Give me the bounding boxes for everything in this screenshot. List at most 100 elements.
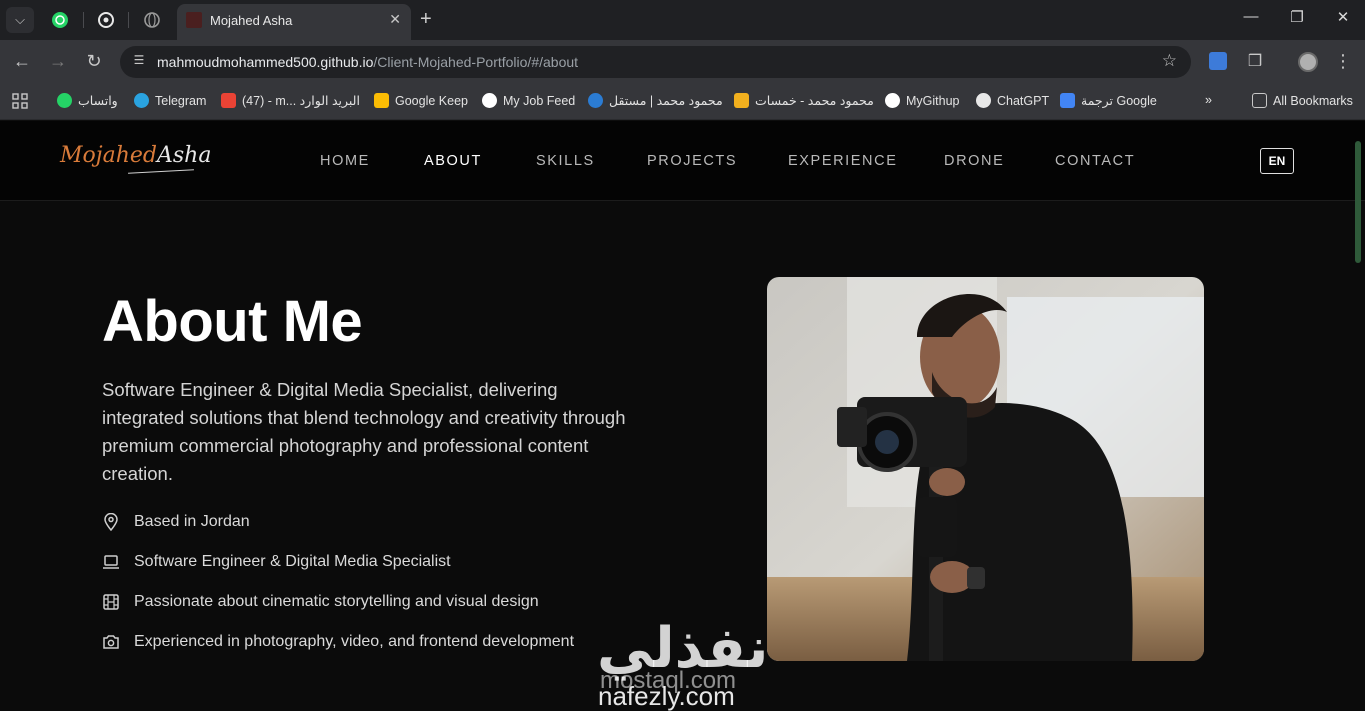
all-bookmarks-folder[interactable]: All Bookmarks: [1252, 93, 1353, 108]
bookmark-item[interactable]: ChatGPT: [976, 93, 1049, 108]
page-scrollbar[interactable]: [1355, 141, 1361, 263]
pinned-tab-globe[interactable]: [140, 8, 164, 32]
translate-icon: [1060, 93, 1075, 108]
new-tab-button[interactable]: +: [420, 8, 432, 30]
restore-window-button[interactable]: ❐: [1274, 8, 1320, 26]
github-icon: [885, 93, 900, 108]
apps-grid-icon[interactable]: [12, 93, 28, 109]
reload-icon[interactable]: ↻: [82, 51, 106, 72]
location-pin-icon: [102, 513, 120, 531]
bookmark-item[interactable]: ترجمة Google: [1060, 93, 1157, 108]
webpage-viewport: MojahedAsha HOME ABOUT SKILLS PROJECTS E…: [0, 121, 1365, 711]
fact-text: Software Engineer & Digital Media Specia…: [134, 553, 451, 570]
chatgpt-icon: [976, 93, 991, 108]
all-bookmarks-label: All Bookmarks: [1273, 93, 1353, 108]
about-heading: About Me: [102, 289, 363, 354]
upwork-icon: [482, 93, 497, 108]
nav-skills[interactable]: SKILLS: [536, 153, 595, 169]
tab-separator: [128, 12, 129, 28]
bookmark-label: ChatGPT: [997, 93, 1050, 108]
close-tab-icon[interactable]: ✕: [389, 11, 401, 28]
bookmark-label: محمود محمد - خمسات: [755, 94, 874, 108]
url-path: /Client-Mojahed-Portfolio/#/about: [373, 54, 579, 70]
back-arrow-icon[interactable]: ←: [10, 51, 34, 72]
nav-about[interactable]: ABOUT: [424, 153, 482, 169]
logo-underline: [128, 169, 194, 174]
forward-arrow-icon[interactable]: →: [46, 51, 70, 72]
bookmark-label: محمود محمد | مستقل: [609, 94, 723, 108]
khamsat-icon: [734, 93, 749, 108]
address-bar[interactable]: ☰ mahmoudmohammed500.github.io/Client-Mo…: [120, 46, 1191, 78]
bookmark-item[interactable]: محمود محمد | مستقل: [588, 93, 723, 108]
mostaql-icon: [588, 93, 603, 108]
bookmark-star-icon[interactable]: ☆: [1162, 51, 1177, 71]
profile-avatar[interactable]: [1298, 52, 1318, 72]
bookmark-label: Telegram: [155, 93, 207, 108]
chevron-down-icon: ⌵: [15, 12, 25, 27]
bookmark-item[interactable]: (47) - m... البريد الوارد: [221, 93, 360, 108]
nav-experience[interactable]: EXPERIENCE: [788, 153, 897, 169]
nav-contact[interactable]: CONTACT: [1055, 153, 1135, 169]
url-host: mahmoudmohammed500.github.io: [157, 54, 374, 70]
site-logo[interactable]: MojahedAsha: [60, 143, 211, 168]
browser-tab-bar: ⌵ Mojahed Asha ✕ + — ❐ ✕: [0, 0, 1365, 40]
more-bookmarks-chevron-icon[interactable]: »: [1205, 93, 1212, 107]
pinned-tab-chatgpt[interactable]: [94, 8, 118, 32]
fact-item: Based in Jordan: [102, 513, 250, 531]
camera-icon: [102, 633, 120, 651]
pinned-tab-whatsapp[interactable]: [48, 8, 72, 32]
bookmark-item[interactable]: محمود محمد - خمسات: [734, 93, 874, 108]
minimize-window-button[interactable]: —: [1228, 8, 1274, 25]
globe-icon: [144, 12, 160, 28]
bookmark-label: (47) - m... البريد الوارد: [242, 94, 360, 108]
photo-image: [767, 277, 1204, 661]
profile-photo: [767, 277, 1204, 661]
tab-title: Mojahed Asha: [210, 13, 293, 28]
extension-translate-icon[interactable]: [1209, 52, 1227, 70]
about-lead-paragraph: Software Engineer & Digital Media Specia…: [102, 379, 626, 484]
site-favicon-icon: [186, 12, 202, 28]
menu-kebab-icon[interactable]: ⋮: [1331, 51, 1355, 72]
fact-text: Experienced in photography, video, and f…: [134, 633, 575, 650]
nav-drone[interactable]: DRONE: [944, 153, 1004, 169]
gmail-icon: [221, 93, 236, 108]
bookmark-item[interactable]: Google Keep: [374, 93, 468, 108]
nav-home[interactable]: HOME: [320, 153, 370, 169]
site-navbar: MojahedAsha HOME ABOUT SKILLS PROJECTS E…: [0, 121, 1365, 201]
close-window-button[interactable]: ✕: [1320, 8, 1365, 26]
fact-item: Passionate about cinematic storytelling …: [102, 593, 539, 611]
bookmark-label: My Job Feed: [503, 93, 576, 108]
bookmark-item[interactable]: واتساب: [57, 93, 118, 108]
site-info-icon[interactable]: ☰: [130, 53, 148, 71]
bookmark-item[interactable]: Telegram: [134, 93, 206, 108]
tab-search-button[interactable]: ⌵: [6, 7, 34, 33]
active-tab[interactable]: Mojahed Asha ✕: [177, 4, 411, 40]
telegram-icon: [134, 93, 149, 108]
film-icon: [102, 593, 120, 611]
url-text[interactable]: mahmoudmohammed500.github.io/Client-Moja…: [157, 54, 578, 70]
bookmark-label: MyGithup: [906, 93, 960, 108]
language-toggle-button[interactable]: EN: [1260, 148, 1294, 174]
bookmark-label: واتساب: [78, 94, 118, 108]
whatsapp-icon: [57, 93, 72, 108]
bookmark-label: Google Keep: [395, 93, 468, 108]
tab-separator: [83, 12, 84, 28]
fact-item: Experienced in photography, video, and f…: [102, 633, 574, 651]
bookmarks-bar: واتساب Telegram (47) - m... البريد الوار…: [0, 84, 1365, 120]
fact-text: Passionate about cinematic storytelling …: [134, 593, 539, 610]
chatgpt-icon: [98, 12, 114, 28]
keep-icon: [374, 93, 389, 108]
logo-last-name: Asha: [156, 143, 212, 168]
folder-icon: [1252, 93, 1267, 108]
bookmark-item[interactable]: My Job Feed: [482, 93, 575, 108]
watermark-nafezly: nafezly.com: [598, 681, 735, 711]
extensions-puzzle-icon[interactable]: ❒: [1243, 51, 1267, 71]
bookmark-label: ترجمة Google: [1081, 94, 1157, 108]
browser-toolbar: ← → ↻ ☰ mahmoudmohammed500.github.io/Cli…: [0, 40, 1365, 84]
nav-projects[interactable]: PROJECTS: [647, 153, 737, 169]
fact-text: Based in Jordan: [134, 513, 250, 530]
whatsapp-icon: [52, 12, 68, 28]
bookmark-item[interactable]: MyGithup: [885, 93, 960, 108]
laptop-icon: [102, 553, 120, 571]
fact-item: Software Engineer & Digital Media Specia…: [102, 553, 451, 571]
